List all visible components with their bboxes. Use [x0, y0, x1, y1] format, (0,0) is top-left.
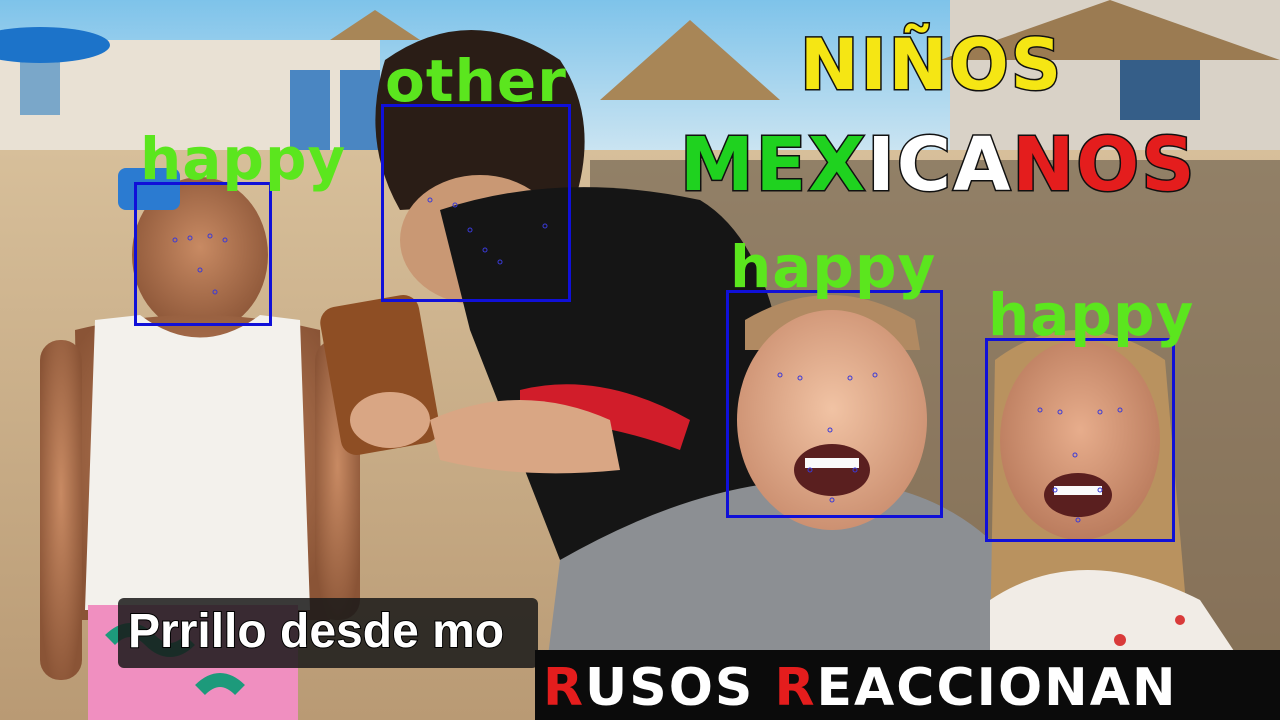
title-ica: ICA — [866, 122, 1013, 208]
bottom-title-bar: RUSOS REACCIONAN — [535, 650, 1280, 720]
face-box-man — [726, 290, 943, 518]
emotion-label-woman: happy — [988, 281, 1195, 349]
emotion-label-man: happy — [730, 233, 937, 301]
bottom-title-r1: R — [543, 658, 586, 718]
title-mex: MEX — [678, 122, 868, 208]
video-caption: Prrillo desde mo — [118, 598, 538, 668]
bottom-title-eaccionan: EACCIONAN — [816, 658, 1178, 718]
bottom-title-usos: USOS — [585, 658, 775, 718]
bottom-title-r2: R — [774, 658, 817, 718]
title-line-2: MEXICANOS — [678, 127, 1197, 204]
caption-text: Prrillo desde mo — [127, 604, 505, 659]
face-box-boy — [134, 182, 272, 326]
title-line-1: NIÑOS — [798, 24, 1064, 106]
emotion-label-young-man: other — [385, 47, 567, 115]
emotion-label-boy: happy — [140, 125, 347, 193]
bottom-title-text: RUSOS REACCIONAN — [543, 658, 1177, 718]
title-nos: NOS — [1011, 122, 1197, 208]
face-box-woman — [985, 338, 1175, 542]
face-box-young-man — [381, 104, 571, 302]
